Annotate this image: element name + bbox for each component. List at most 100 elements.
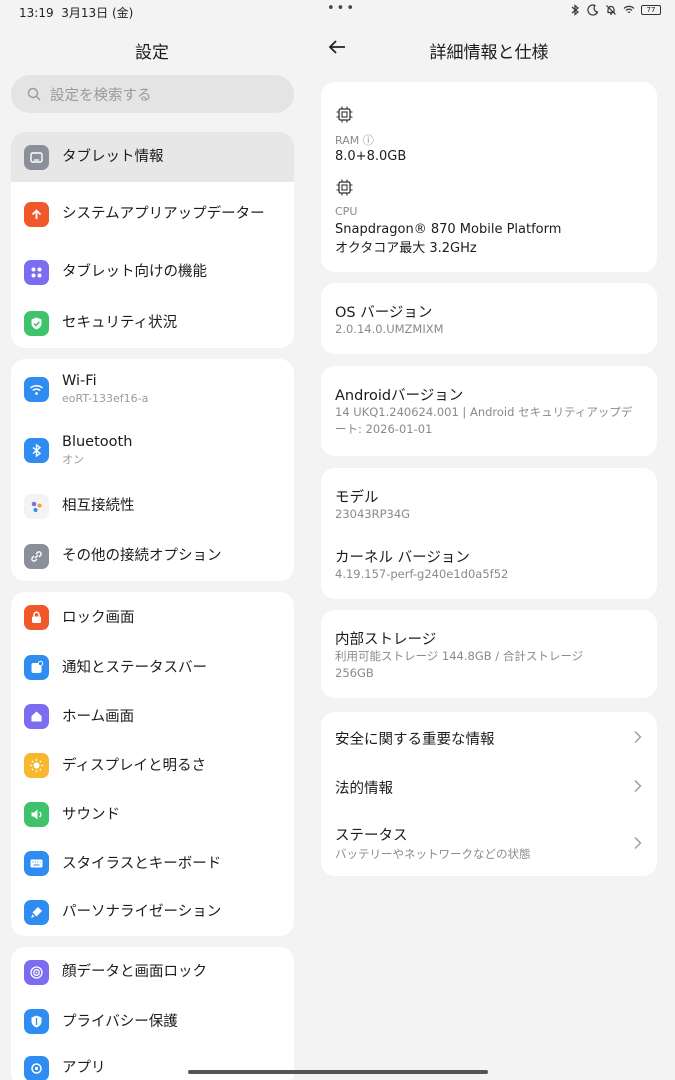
link-icon xyxy=(24,543,49,569)
status-link[interactable]: ステータス バッテリーやネットワークなどの状態 xyxy=(321,812,657,876)
storage-value: 利用可能ストレージ 144.8GB / 合計ストレージ 256GB xyxy=(335,649,584,680)
links-card: 安全に関する重要な情報 法的情報 ステータス バッテリーやネットワークなどの状態 xyxy=(321,712,657,876)
ram-value: 8.0+8.0GB xyxy=(335,149,407,164)
sidebar-item-face-lock[interactable]: 顔データと画面ロック xyxy=(11,947,294,997)
keyboard-icon xyxy=(24,851,49,876)
settings-pane: 設定 設定を検索する タブレット情報 システムアプリアップデーター タブレット向… xyxy=(0,24,304,1080)
android-version-label: Androidバージョン xyxy=(335,388,464,404)
sidebar-item-interconnect[interactable]: 相互接続性 xyxy=(11,481,294,531)
kernel-label: カーネル バージョン xyxy=(335,550,470,566)
hardware-card: RAM ⓘ 8.0+8.0GB CPU Snapdragon® 870 Mobi… xyxy=(321,82,657,272)
ram-label: RAM ⓘ xyxy=(335,134,374,147)
apps-icon xyxy=(24,1055,49,1080)
cpu-value-chip: Snapdragon® 870 Mobile Platform xyxy=(335,222,562,237)
bluetooth-state: オン xyxy=(62,453,84,466)
brush-icon xyxy=(24,899,49,925)
legal-info-link[interactable]: 法的情報 xyxy=(321,762,657,812)
storage-label: 内部ストレージ xyxy=(335,632,437,648)
settings-group-privacy: 顔データと画面ロック プライバシー保護 アプリ xyxy=(11,947,294,1080)
sidebar-item-security-status[interactable]: セキュリティ状況 xyxy=(11,298,294,348)
wifi-network-name: eoRT-133ef16-a xyxy=(62,392,149,405)
sidebar-item-lock-screen[interactable]: ロック画面 xyxy=(11,592,294,643)
sidebar-item-label: システムアプリアップデーター xyxy=(62,206,265,222)
model-label: モデル xyxy=(335,490,379,506)
sidebar-item-label: その他の接続オプション xyxy=(62,548,222,564)
safety-info-link[interactable]: 安全に関する重要な情報 xyxy=(321,712,657,762)
status-time: 13:19 3月13日 (金) xyxy=(19,6,134,20)
sidebar-item-label: ディスプレイと明るさ xyxy=(62,757,206,774)
sidebar-item-wifi[interactable]: Wi-Fi eoRT-133ef16-a xyxy=(11,359,294,419)
cpu-label: CPU xyxy=(335,205,358,218)
sidebar-item-label: スタイラスとキーボード xyxy=(62,855,222,872)
sidebar-item-label: Bluetooth xyxy=(62,434,133,450)
battery-icon: 77 xyxy=(641,5,661,15)
sidebar-item-tablet-features[interactable]: タブレット向けの機能 xyxy=(11,246,294,298)
sidebar-item-system-update[interactable]: システムアプリアップデーター xyxy=(11,182,294,246)
sidebar-item-home-screen[interactable]: ホーム画面 xyxy=(11,692,294,741)
tablet-icon xyxy=(24,144,49,170)
status-bar: 13:19 3月13日 (金) ••• 77 xyxy=(0,0,675,24)
notification-icon xyxy=(24,655,49,680)
search-input[interactable]: 設定を検索する xyxy=(11,75,294,113)
link-label: 安全に関する重要な情報 xyxy=(335,732,495,748)
android-version-card[interactable]: Androidバージョン 14 UKQ1.240624.001 | Androi… xyxy=(321,366,657,456)
model-value: 23043RP34G xyxy=(335,507,411,521)
grid-dots-icon xyxy=(24,259,49,285)
sidebar-item-sound[interactable]: サウンド xyxy=(11,790,294,839)
chevron-right-icon xyxy=(634,837,642,849)
more-dots-icon: ••• xyxy=(327,1,357,16)
android-version-value: 14 UKQ1.240624.001 | Android セキュリティアップデー… xyxy=(335,405,633,436)
search-icon xyxy=(27,87,41,101)
search-placeholder: 設定を検索する xyxy=(50,87,152,104)
sidebar-item-label: セキュリティ状況 xyxy=(62,315,178,331)
speaker-icon xyxy=(24,802,49,827)
sidebar-item-label: Wi-Fi xyxy=(62,373,97,389)
info-icon[interactable]: ⓘ xyxy=(363,134,374,147)
shield-check-icon xyxy=(24,310,49,336)
model-kernel-card: モデル 23043RP34G カーネル バージョン 4.19.157-perf-… xyxy=(321,468,657,599)
sidebar-item-label: 通知とステータスバー xyxy=(62,659,207,676)
settings-title: 設定 xyxy=(135,43,169,63)
sidebar-item-label: 顔データと画面ロック xyxy=(62,964,207,980)
storage-card[interactable]: 内部ストレージ 利用可能ストレージ 144.8GB / 合計ストレージ 256G… xyxy=(321,610,657,698)
chevron-right-icon xyxy=(634,780,642,792)
bluetooth-icon xyxy=(24,437,49,463)
sidebar-item-privacy[interactable]: プライバシー保護 xyxy=(11,997,294,1046)
chevron-right-icon xyxy=(634,731,642,743)
moon-icon xyxy=(587,4,599,16)
sidebar-item-label: ロック画面 xyxy=(62,609,135,626)
kernel-value: 4.19.157-perf-g240e1d0a5f52 xyxy=(335,567,509,581)
sidebar-item-notifications[interactable]: 通知とステータスバー xyxy=(11,643,294,692)
sidebar-item-tablet-info[interactable]: タブレット情報 xyxy=(11,132,294,182)
cpu-chip-icon xyxy=(336,179,353,196)
sidebar-item-label: タブレット情報 xyxy=(62,149,164,165)
sidebar-item-bluetooth[interactable]: Bluetooth オン xyxy=(11,419,294,481)
sidebar-item-label: ホーム画面 xyxy=(62,708,135,725)
page-title: 詳細情報と仕様 xyxy=(429,43,549,63)
sidebar-item-personalization[interactable]: パーソナライゼーション xyxy=(11,888,294,936)
face-scan-icon xyxy=(24,959,49,985)
lock-icon xyxy=(24,605,49,630)
upload-arrow-icon xyxy=(24,201,49,227)
os-version-card[interactable]: OS バージョン 2.0.14.0.UMZMIXM xyxy=(321,283,657,354)
sidebar-item-label: アプリ xyxy=(62,1060,106,1076)
privacy-shield-icon xyxy=(24,1009,49,1034)
sidebar-item-display[interactable]: ディスプレイと明るさ xyxy=(11,741,294,790)
cpu-value-cores: オクタコア最大 3.2GHz xyxy=(335,241,477,256)
sidebar-item-label: プライバシー保護 xyxy=(62,1013,178,1030)
status-sub: バッテリーやネットワークなどの状態 xyxy=(335,847,531,861)
sidebar-item-apps[interactable]: アプリ xyxy=(11,1046,294,1080)
sidebar-item-label: サウンド xyxy=(62,806,120,823)
sidebar-item-stylus-keyboard[interactable]: スタイラスとキーボード xyxy=(11,839,294,888)
bluetooth-icon xyxy=(571,4,579,16)
os-version-label: OS バージョン xyxy=(335,305,433,321)
settings-group-personalization: ロック画面 通知とステータスバー ホーム画面 ディスプレイと明るさ サウンド ス… xyxy=(11,592,294,936)
home-indicator[interactable] xyxy=(188,1070,488,1074)
back-arrow-icon[interactable] xyxy=(326,36,348,58)
settings-group-device: タブレット情報 システムアプリアップデーター タブレット向けの機能 セキュリティ… xyxy=(11,132,294,348)
sidebar-item-other-connections[interactable]: その他の接続オプション xyxy=(11,531,294,581)
detail-pane: 詳細情報と仕様 RAM ⓘ 8.0+8.0GB CPU Snapdragon® … xyxy=(304,24,675,1080)
bell-off-icon xyxy=(606,5,616,15)
wifi-status-icon xyxy=(623,5,635,14)
interconnect-icon xyxy=(24,493,49,519)
